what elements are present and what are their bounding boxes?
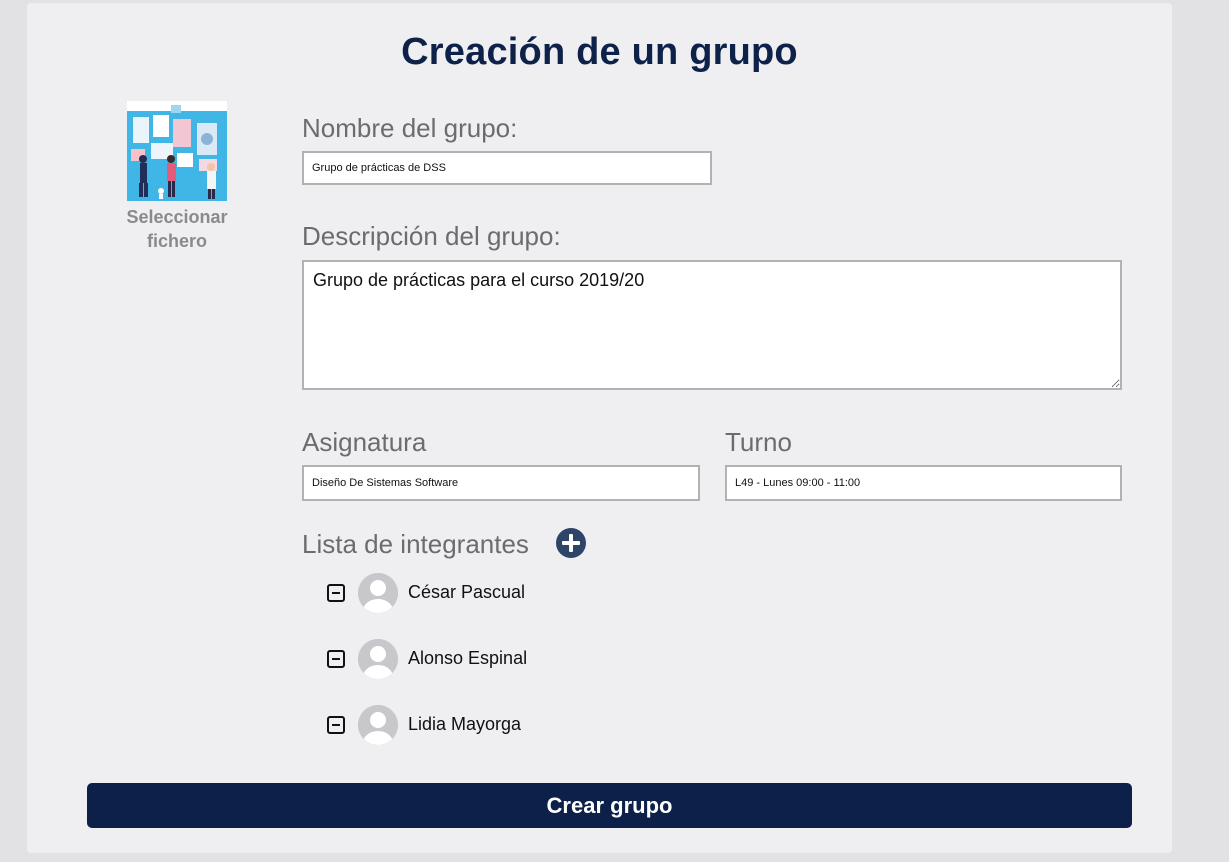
group-illustration-icon <box>127 101 227 201</box>
create-group-button[interactable]: Crear grupo <box>87 783 1132 828</box>
group-description-label: Descripción del grupo: <box>302 221 561 251</box>
member-name: Lidia Mayorga <box>408 714 522 734</box>
avatar <box>358 639 398 679</box>
group-name-label: Nombre del grupo: <box>302 113 518 143</box>
avatar <box>358 705 398 745</box>
avatar <box>358 573 398 613</box>
minus-square-icon[interactable] <box>327 650 345 668</box>
shift-input[interactable] <box>725 465 1122 501</box>
plus-circle-icon[interactable] <box>556 528 586 558</box>
user-placeholder-icon <box>358 573 398 613</box>
select-file-button[interactable]: Seleccionar fichero <box>112 101 242 253</box>
page-title: Creación de un grupo <box>401 31 798 73</box>
group-form-card: Creación de un grupo Seleccionar fichero… <box>27 3 1172 853</box>
select-file-label: Seleccionar fichero <box>126 207 228 251</box>
member-list-item: Lidia Mayorga <box>327 705 727 745</box>
user-placeholder-icon <box>358 639 398 679</box>
member-name: César Pascual <box>408 582 526 602</box>
group-name-input[interactable] <box>302 151 712 185</box>
user-placeholder-icon <box>358 705 398 745</box>
member-list-item: Alonso Espinal <box>327 639 727 679</box>
member-name: Alonso Espinal <box>408 648 528 668</box>
subject-input[interactable] <box>302 465 700 501</box>
members-list-label: Lista de integrantes <box>302 529 529 559</box>
member-list-item: César Pascual <box>327 573 727 613</box>
subject-label: Asignatura <box>302 427 427 457</box>
minus-square-icon[interactable] <box>327 716 345 734</box>
group-description-textarea[interactable]: Grupo de prácticas para el curso 2019/20 <box>302 260 1122 390</box>
minus-square-icon[interactable] <box>327 584 345 602</box>
shift-label: Turno <box>725 427 792 457</box>
